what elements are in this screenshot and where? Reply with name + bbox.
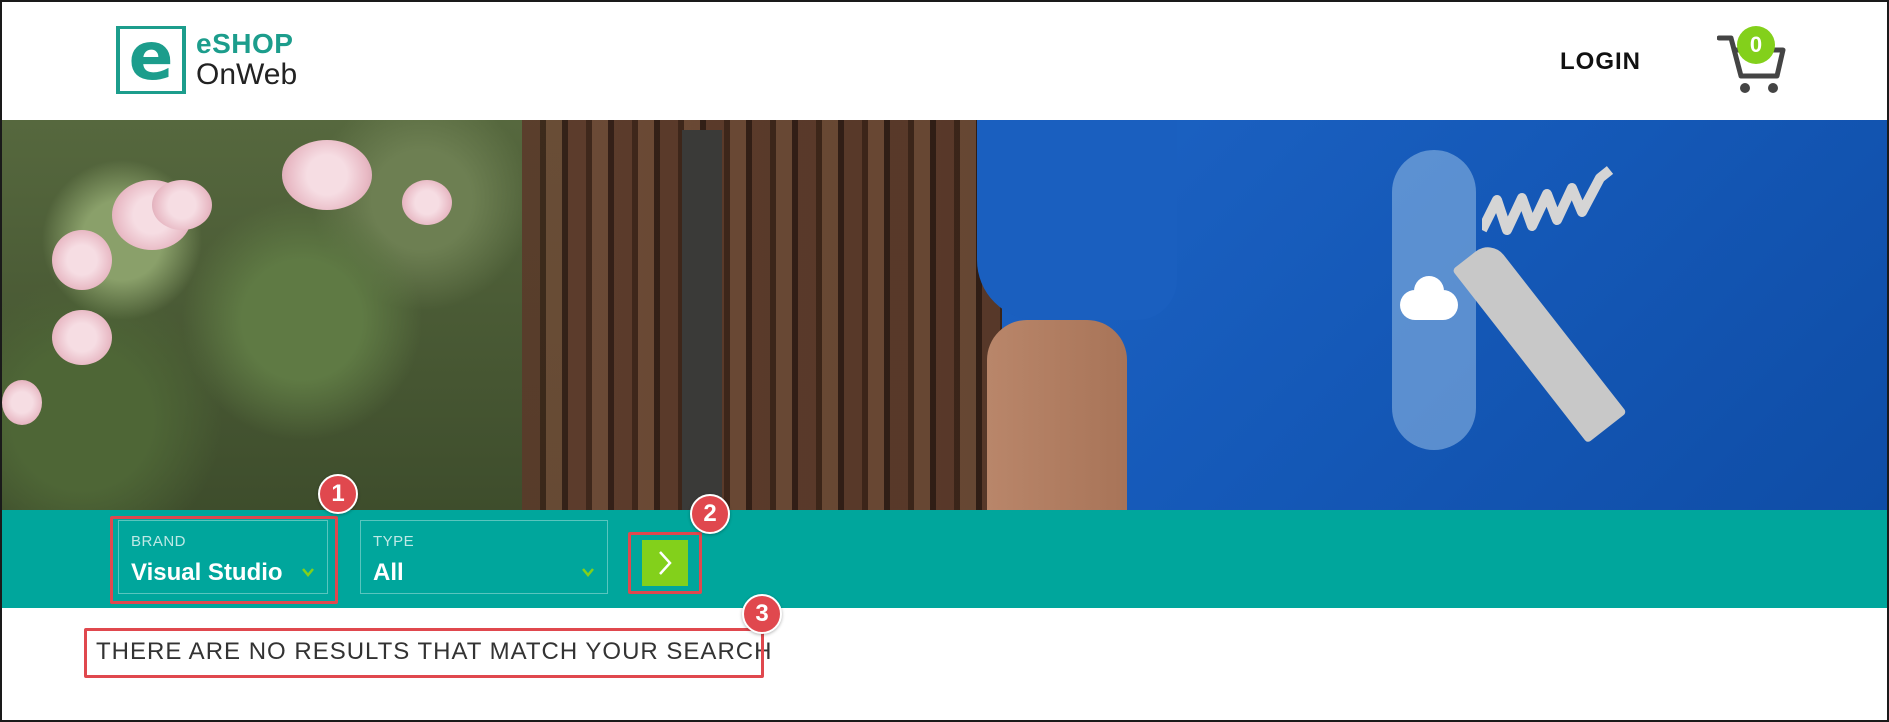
- corkscrew-graphic: [1482, 166, 1614, 235]
- logo-text: eSHOP OnWeb: [196, 30, 297, 90]
- hero-banner: [2, 120, 1887, 510]
- type-select-value: All: [373, 559, 404, 586]
- type-select[interactable]: TYPE All: [360, 520, 608, 594]
- chevron-down-icon: [582, 568, 594, 577]
- annotation-badge-1: 1: [318, 474, 358, 514]
- cart-count-badge: 0: [1737, 26, 1775, 64]
- flower: [52, 230, 112, 290]
- hero-sleeve: [977, 120, 1177, 320]
- logo-mark: e: [116, 18, 186, 95]
- app-window: e eSHOP OnWeb LOGIN 0 BRAND Visual Studi…: [0, 0, 1889, 722]
- annotation-badge-3: 3: [742, 594, 782, 634]
- hero-post: [682, 130, 722, 510]
- type-select-label: TYPE: [373, 533, 415, 550]
- logo-line2: OnWeb: [196, 58, 298, 91]
- annotation-box-apply: [628, 532, 702, 594]
- logo-line1: eSHOP: [196, 28, 294, 59]
- flower: [52, 310, 112, 365]
- cloud-icon: [1400, 276, 1458, 320]
- annotation-badge-2: 2: [690, 494, 730, 534]
- flower: [402, 180, 452, 225]
- flower: [282, 140, 372, 210]
- flower: [152, 180, 212, 230]
- site-header: e eSHOP OnWeb LOGIN 0: [2, 2, 1887, 120]
- annotation-box-brand: [110, 516, 338, 604]
- login-link[interactable]: LOGIN: [1560, 48, 1641, 76]
- hero-arm: [987, 320, 1127, 510]
- logo-letter: e: [128, 18, 174, 95]
- hero-fence: [522, 120, 1042, 510]
- annotation-box-message: [84, 628, 764, 678]
- eshop-logo[interactable]: e eSHOP OnWeb: [116, 24, 316, 96]
- flower: [2, 380, 42, 425]
